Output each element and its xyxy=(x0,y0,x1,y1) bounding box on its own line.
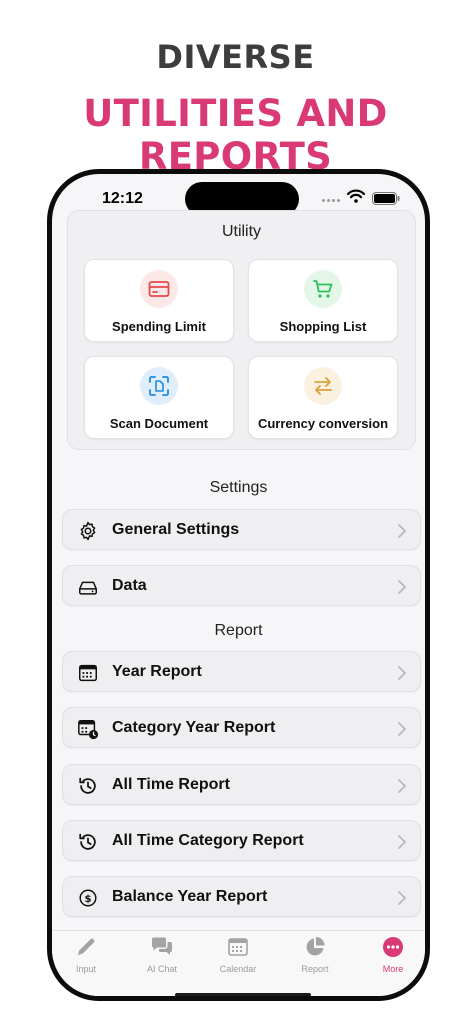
dollar-circle-icon: $ xyxy=(79,889,97,907)
promo-headline-1: DIVERSE xyxy=(156,38,315,76)
tab-more-label: More xyxy=(382,964,404,974)
gear-icon xyxy=(80,521,96,541)
tab-bar: Input AI Chat Calendar Report More xyxy=(52,930,425,996)
scan-document-card[interactable]: Scan Document xyxy=(84,356,234,439)
all-time-report-label: All Time Report xyxy=(112,776,230,793)
spending-limit-card[interactable]: Spending Limit xyxy=(84,259,234,342)
tab-input[interactable]: Input xyxy=(52,935,124,981)
balance-year-report-label: Balance Year Report xyxy=(112,888,268,905)
chevron-right-icon xyxy=(398,891,406,905)
report-title: Report xyxy=(214,622,263,639)
balance-year-report-row[interactable]: $ Balance Year Report xyxy=(62,876,421,917)
credit-card-icon xyxy=(140,270,178,308)
scan-document-icon xyxy=(140,367,178,405)
exchange-arrows-icon xyxy=(304,367,342,405)
cart-icon xyxy=(304,270,342,308)
history-icon xyxy=(79,833,96,850)
home-indicator xyxy=(175,993,311,996)
tab-calendar[interactable]: Calendar xyxy=(200,935,276,981)
category-year-report-label: Category Year Report xyxy=(112,719,276,736)
tab-report-label: Report xyxy=(301,964,329,974)
tab-report[interactable]: Report xyxy=(277,935,353,981)
promo-headline-2: UTILITIES AND REPORTS xyxy=(83,92,388,178)
data-label: Data xyxy=(112,577,147,594)
all-time-category-report-label: All Time Category Report xyxy=(112,832,304,849)
data-row[interactable]: Data xyxy=(62,565,421,606)
utility-title: Utility xyxy=(221,223,262,240)
calendar-icon xyxy=(79,664,97,682)
category-year-report-row[interactable]: Category Year Report xyxy=(62,707,421,748)
status-time: 12:12 xyxy=(102,190,143,207)
chat-bubbles-icon xyxy=(152,937,172,955)
pie-chart-icon xyxy=(306,937,325,956)
tab-input-label: Input xyxy=(75,964,97,974)
utility-section: Utility Spending Limit Shopping List Sca… xyxy=(67,210,416,450)
chevron-right-icon xyxy=(398,835,406,849)
scan-document-label: Scan Document xyxy=(109,416,209,431)
pencil-icon xyxy=(78,938,95,955)
general-settings-label: General Settings xyxy=(112,521,240,538)
year-report-label: Year Report xyxy=(112,663,202,680)
drive-icon xyxy=(79,581,97,595)
more-dots-icon xyxy=(383,937,403,957)
chevron-right-icon xyxy=(398,580,406,594)
chevron-right-icon xyxy=(398,722,406,736)
chevron-right-icon xyxy=(398,524,406,538)
all-time-report-row[interactable]: All Time Report xyxy=(62,764,421,805)
settings-title: Settings xyxy=(209,479,268,496)
spending-limit-label: Spending Limit xyxy=(112,319,206,334)
currency-conversion-card[interactable]: Currency conversion xyxy=(248,356,398,439)
calendar-grid-icon xyxy=(228,938,248,956)
phone-frame: 12:12 Utility Spending Limit Shopping Li… xyxy=(47,169,430,1001)
tab-calendar-label: Calendar xyxy=(219,964,257,974)
all-time-category-report-row[interactable]: All Time Category Report xyxy=(62,820,421,861)
wifi-icon xyxy=(347,189,365,203)
chevron-right-icon xyxy=(398,779,406,793)
signal-icon xyxy=(322,199,340,202)
shopping-list-card[interactable]: Shopping List xyxy=(248,259,398,342)
currency-conversion-label: Currency conversion xyxy=(257,416,389,431)
tab-more[interactable]: More xyxy=(355,935,425,981)
svg-text:$: $ xyxy=(84,894,91,905)
general-settings-row[interactable]: General Settings xyxy=(62,509,421,550)
year-report-row[interactable]: Year Report xyxy=(62,651,421,692)
tab-ai-chat-label: AI Chat xyxy=(146,964,177,974)
chevron-right-icon xyxy=(398,666,406,680)
battery-icon xyxy=(372,192,400,205)
tab-ai-chat[interactable]: AI Chat xyxy=(124,935,200,981)
calendar-clock-icon xyxy=(78,720,99,740)
history-icon xyxy=(79,777,96,794)
shopping-list-label: Shopping List xyxy=(279,319,367,334)
